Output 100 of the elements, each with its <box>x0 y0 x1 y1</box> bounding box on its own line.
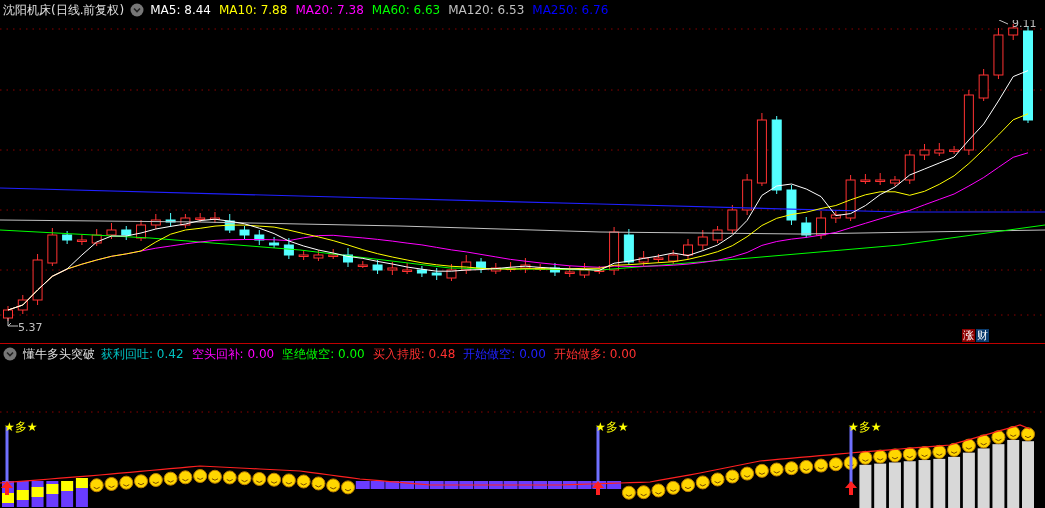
indicator-value: 坚绝做空: 0.00 <box>282 345 365 363</box>
column-bar <box>874 463 887 508</box>
smiley-icon <box>681 478 695 493</box>
column-bar <box>977 448 990 508</box>
candlestick <box>224 213 235 234</box>
smiley-icon <box>887 448 902 463</box>
smiley-icon <box>976 434 991 449</box>
candlestick <box>47 227 58 267</box>
candlestick <box>653 253 664 264</box>
candlestick <box>978 68 989 102</box>
candlestick <box>298 250 309 261</box>
smiley-icon <box>193 469 208 483</box>
candlestick <box>283 237 294 260</box>
column-bar <box>918 460 931 508</box>
smiley-icon <box>1021 427 1035 442</box>
candlestick <box>209 211 220 224</box>
smiley-icon <box>119 475 134 490</box>
smiley-icon <box>296 474 311 489</box>
candlestick <box>150 213 161 230</box>
candlestick <box>742 173 753 216</box>
smiley-icon <box>666 480 681 495</box>
candlestick <box>963 89 974 156</box>
smiley-icon <box>902 447 917 462</box>
block-marker <box>16 490 29 500</box>
moving-average-value: MA60: 6.63 <box>371 3 441 17</box>
candlestick <box>875 172 886 186</box>
candlestick <box>564 265 575 278</box>
column-bar <box>992 444 1005 508</box>
candlestick <box>269 236 280 249</box>
dropdown-icon[interactable] <box>130 3 145 17</box>
candlestick <box>461 254 472 275</box>
smiley-icon <box>725 469 740 484</box>
smiley-icon <box>237 471 252 486</box>
moving-average-value: MA250: 6.76 <box>532 3 609 17</box>
smiley-icon <box>695 475 710 490</box>
indicator-name: 懂牛多头突破 <box>23 345 95 363</box>
candlestick <box>121 225 132 241</box>
smiley-icon <box>932 444 947 459</box>
column-bar <box>962 452 975 508</box>
smiley-icon <box>917 446 932 461</box>
moving-average-value: MA10: 7.88 <box>218 3 288 17</box>
candlestick <box>683 238 693 260</box>
dropdown-icon[interactable] <box>3 347 17 361</box>
column-bar <box>948 456 961 508</box>
candlestick <box>801 216 812 239</box>
low-price-label: 5.37 <box>18 321 43 334</box>
smiley-icon <box>281 473 296 488</box>
candlestick <box>136 219 147 242</box>
smiley-icon <box>961 438 976 453</box>
candlestick <box>254 229 265 246</box>
candlestick <box>239 225 250 240</box>
smiley-icon <box>134 474 149 489</box>
smiley-icon <box>740 466 755 481</box>
smiley-icon <box>858 450 873 465</box>
buy-signal-label: ★多★ <box>595 420 629 434</box>
indicator-value: 开始做空: 0.00 <box>463 345 546 363</box>
candlestick <box>490 262 501 275</box>
candlestick <box>860 173 871 185</box>
candlestick <box>934 142 945 157</box>
candlestick <box>623 228 634 266</box>
moving-average-value: MA120: 6.53 <box>448 3 525 17</box>
up-arrow-icon <box>845 481 857 495</box>
candlestick <box>165 212 176 228</box>
candlestick <box>668 249 679 265</box>
candlestick <box>416 265 427 278</box>
block-marker <box>61 481 74 491</box>
candlestick <box>195 212 206 223</box>
candlestick <box>594 265 605 275</box>
candlestick <box>727 204 738 235</box>
candlestick <box>949 145 960 155</box>
indicator-value: 买入持股: 0.48 <box>372 345 456 363</box>
column-bar <box>1007 439 1020 508</box>
candlestick <box>609 226 620 276</box>
candlestick <box>446 263 457 282</box>
info-tag[interactable]: 涨 <box>962 329 975 342</box>
candlestick <box>313 249 324 262</box>
smiley-icon <box>991 430 1006 445</box>
column-bar <box>903 461 916 508</box>
buy-signal-label: ★多★ <box>4 420 38 434</box>
smiley-icon <box>1006 425 1021 440</box>
candlestick <box>431 267 442 281</box>
candlestick <box>830 210 841 224</box>
block-marker <box>75 478 88 488</box>
high-leader-line <box>998 20 1009 25</box>
smiley-icon <box>267 472 282 487</box>
column-bar <box>859 464 872 508</box>
candlestick <box>328 248 339 260</box>
indicator-value: 空头回补: 0.00 <box>191 345 275 363</box>
moving-average-value: MA20: 7.38 <box>295 3 364 17</box>
candlestick <box>180 213 191 229</box>
smiley-icon <box>754 463 769 478</box>
candlestick <box>845 174 856 222</box>
candlestick <box>904 149 915 185</box>
smiley-icon <box>769 462 784 477</box>
smiley-icon <box>873 449 888 464</box>
smiley-icon <box>799 459 814 474</box>
smiley-icon <box>814 458 829 473</box>
low-leader-line <box>7 317 19 327</box>
candlestick <box>712 225 723 244</box>
info-tag[interactable]: 财 <box>976 329 989 342</box>
